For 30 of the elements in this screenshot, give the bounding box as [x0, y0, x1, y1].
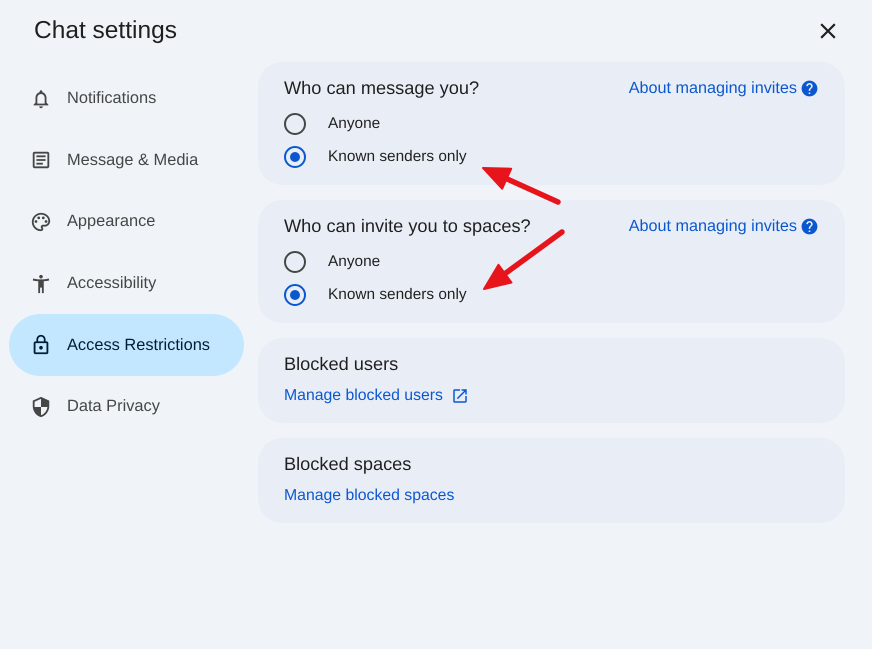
- sidebar-item[interactable]: Data Privacy: [9, 376, 244, 438]
- sidebar-item[interactable]: Accessibility: [9, 252, 244, 314]
- manage-link[interactable]: Manage blocked users: [284, 387, 469, 405]
- radio-option[interactable]: Known senders only: [284, 284, 467, 306]
- sidebar-item[interactable]: Notifications: [9, 68, 244, 130]
- sidebar-item[interactable]: Appearance: [9, 191, 244, 253]
- section-heading: Blocked spaces: [284, 454, 412, 474]
- radio-option[interactable]: Known senders only: [284, 146, 467, 168]
- manage-link[interactable]: Manage blocked spaces: [284, 487, 454, 505]
- sidebar-item[interactable]: Access Restrictions: [9, 314, 244, 376]
- sidebar-item[interactable]: Message & Media: [9, 130, 244, 192]
- document-icon: [30, 149, 52, 172]
- section-heading: Who can message you?: [284, 78, 480, 98]
- radio-option[interactable]: Anyone: [284, 250, 380, 272]
- section-heading: Blocked users: [284, 354, 398, 374]
- help-icon: [800, 78, 819, 98]
- palette-icon: [30, 210, 52, 233]
- radio-button[interactable]: [284, 284, 306, 306]
- shield-icon: [30, 396, 52, 418]
- external-link-icon: [450, 387, 469, 405]
- radio-button[interactable]: [284, 146, 306, 168]
- radio-option[interactable]: Anyone: [284, 112, 380, 134]
- help-icon: [800, 216, 819, 236]
- radio-button[interactable]: [284, 250, 306, 272]
- help-link[interactable]: About managing invites: [628, 216, 819, 236]
- window-title: Chat settings: [34, 17, 177, 45]
- accessibility-icon: [30, 272, 52, 295]
- section-heading: Who can invite you to spaces?: [284, 216, 531, 236]
- help-link[interactable]: About managing invites: [628, 78, 819, 98]
- radio-button[interactable]: [284, 112, 306, 134]
